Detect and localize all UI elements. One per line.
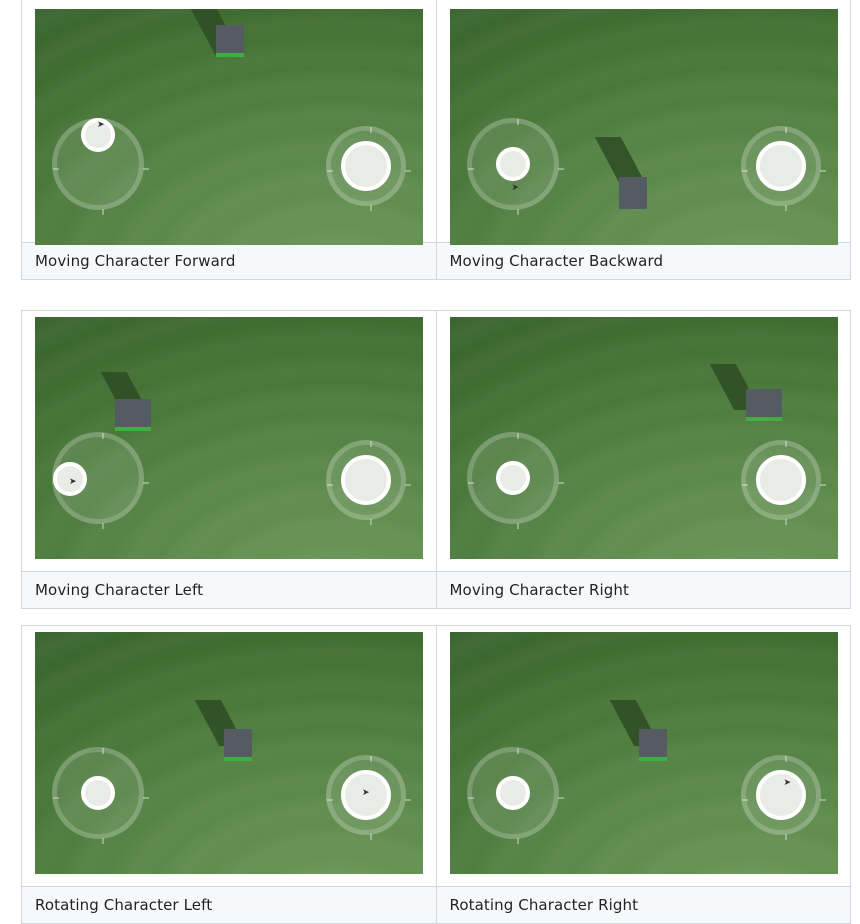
joystick-tick xyxy=(405,484,411,486)
joystick-tick xyxy=(741,484,748,486)
game-screenshot-backward: ➤ xyxy=(449,9,838,245)
joystick-tick xyxy=(143,482,149,484)
joystick-tick xyxy=(102,209,104,215)
move-joystick-knob xyxy=(495,776,530,810)
character-cube xyxy=(216,25,244,57)
game-screenshot-forward: ➤ xyxy=(35,9,423,245)
joystick-tick xyxy=(516,119,519,125)
rotate-joystick-knob xyxy=(341,141,391,191)
joystick-tick xyxy=(741,170,748,172)
joystick-tick xyxy=(516,433,519,439)
joystick-tick xyxy=(467,797,474,799)
joystick-tick xyxy=(819,484,826,486)
joystick-tick xyxy=(467,168,474,170)
joystick-tick xyxy=(784,127,787,133)
game-screenshot-right xyxy=(449,317,838,559)
joystick-tick xyxy=(819,170,826,172)
move-joystick-knob xyxy=(495,461,530,495)
joystick-tick xyxy=(784,441,787,447)
joystick-tick xyxy=(327,170,333,172)
image-cell-backward: ➤ xyxy=(435,0,851,245)
character-cube xyxy=(224,729,252,761)
rotate-joystick-knob xyxy=(755,770,806,820)
joystick-tick xyxy=(784,205,787,211)
joystick-tick xyxy=(143,168,149,170)
character-cube xyxy=(618,177,647,209)
joystick-tick xyxy=(327,484,333,486)
game-screenshot-rotate-right: ➤ xyxy=(449,632,838,874)
joystick-tick xyxy=(784,834,787,840)
character-cube xyxy=(638,729,667,761)
joystick-tick xyxy=(557,168,564,170)
caption-text: Rotating Character Left xyxy=(35,896,213,914)
pointer-arrow-icon: ➤ xyxy=(362,788,370,798)
caption-cell: Rotating Character Left xyxy=(21,886,437,924)
joystick-tick xyxy=(370,519,372,525)
demo-table-row-3: ➤ ➤ Rotating Character Left Rotating Cha… xyxy=(21,625,851,924)
caption-text: Moving Character Right xyxy=(449,581,629,599)
joystick-tick xyxy=(819,799,826,801)
caption-text: Moving Character Forward xyxy=(35,252,236,270)
joystick-tick xyxy=(741,799,748,801)
character-cube xyxy=(115,399,151,431)
rotate-joystick-knob xyxy=(755,455,806,505)
joystick-tick xyxy=(784,756,787,762)
caption-cell: Moving Character Backward xyxy=(435,242,851,280)
pointer-arrow-icon: ➤ xyxy=(783,778,792,788)
joystick-tick xyxy=(557,482,564,484)
joystick-tick xyxy=(370,441,372,447)
pointer-arrow-icon: ➤ xyxy=(97,120,105,130)
image-cell-right xyxy=(435,310,851,572)
joystick-tick xyxy=(53,797,59,799)
joystick-tick xyxy=(53,168,59,170)
joystick-tick xyxy=(370,127,372,133)
joystick-tick xyxy=(516,523,519,529)
joystick-tick xyxy=(516,209,519,215)
demo-table-row-1: ➤ ➤ Moving Character Forward Moving Char… xyxy=(21,0,851,280)
pointer-arrow-icon: ➤ xyxy=(511,183,520,193)
game-screenshot-rotate-left: ➤ xyxy=(35,632,423,874)
joystick-tick xyxy=(784,519,787,525)
image-cell-rotate-right: ➤ xyxy=(435,625,851,887)
joystick-tick xyxy=(557,797,564,799)
caption-cell: Rotating Character Right xyxy=(435,886,851,924)
image-cell-forward: ➤ xyxy=(21,0,437,245)
joystick-tick xyxy=(143,797,149,799)
pointer-arrow-icon: ➤ xyxy=(69,477,77,487)
joystick-tick xyxy=(467,482,474,484)
rotate-joystick-knob xyxy=(755,141,806,191)
joystick-tick xyxy=(327,799,333,801)
joystick-tick xyxy=(102,748,104,754)
rotate-joystick-knob xyxy=(341,455,391,505)
move-joystick-knob xyxy=(81,776,115,810)
move-joystick-knob xyxy=(495,147,530,181)
caption-text: Moving Character Left xyxy=(35,581,204,599)
caption-text: Rotating Character Right xyxy=(449,896,639,914)
caption-text: Moving Character Backward xyxy=(449,252,664,270)
demo-table-row-2: ➤ Moving Character Left Moving Character… xyxy=(21,310,851,609)
caption-cell: Moving Character Right xyxy=(435,571,851,609)
joystick-tick xyxy=(102,523,104,529)
joystick-tick xyxy=(370,756,372,762)
joystick-tick xyxy=(516,838,519,844)
joystick-tick xyxy=(102,838,104,844)
joystick-tick xyxy=(370,205,372,211)
joystick-tick xyxy=(405,799,411,801)
game-screenshot-left: ➤ xyxy=(35,317,423,559)
caption-cell: Moving Character Forward xyxy=(21,242,437,280)
image-cell-left: ➤ xyxy=(21,310,437,572)
joystick-tick xyxy=(370,834,372,840)
joystick-tick xyxy=(102,433,104,439)
caption-cell: Moving Character Left xyxy=(21,571,437,609)
joystick-tick xyxy=(516,748,519,754)
image-cell-rotate-left: ➤ xyxy=(21,625,437,887)
character-cube xyxy=(745,389,782,421)
joystick-tick xyxy=(405,170,411,172)
